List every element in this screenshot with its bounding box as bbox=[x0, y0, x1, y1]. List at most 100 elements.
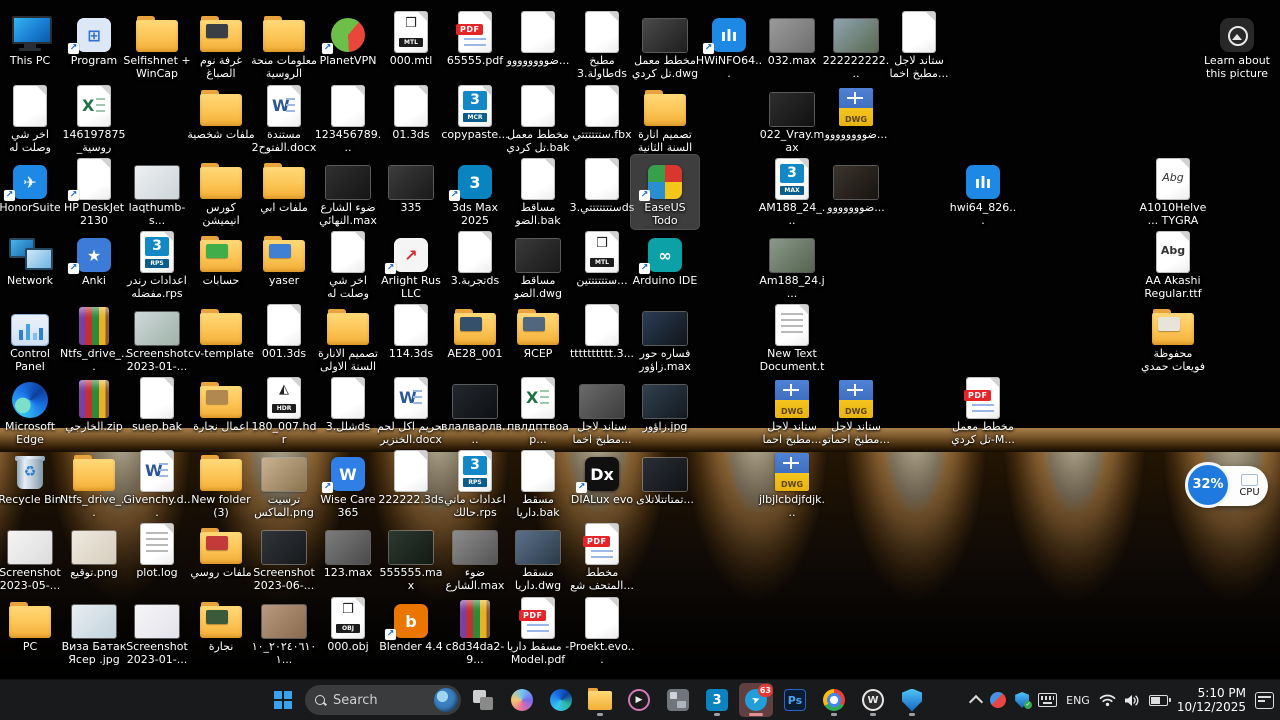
touch-keyboard-icon[interactable] bbox=[1038, 693, 1057, 707]
desktop-icon[interactable]: ❒MTL000.mtl bbox=[377, 8, 445, 68]
desktop-icon[interactable]: تصميم انارة السنة الثانية bbox=[631, 82, 699, 155]
telegram-button[interactable]: ➤63 bbox=[739, 683, 773, 717]
desktop-icon[interactable]: 123456789... bbox=[314, 82, 382, 155]
file-explorer-button[interactable] bbox=[583, 683, 617, 717]
desktop-icon[interactable]: suep.bak bbox=[123, 374, 191, 434]
desktop-icon[interactable]: New folder (3) bbox=[187, 447, 255, 520]
desktop-icon[interactable]: WGivenchy.d... bbox=[123, 447, 191, 520]
language-indicator[interactable]: ENG bbox=[1066, 694, 1090, 707]
desktop-icon[interactable]: 3RPSاعدادات رندر مفضله.rps bbox=[123, 228, 191, 301]
desktop-icon[interactable]: ❒OBJ000.obj bbox=[314, 594, 382, 654]
desktop-icon[interactable]: This PC bbox=[0, 8, 64, 68]
desktop-icon[interactable]: DWGضوووووووو... bbox=[822, 82, 890, 142]
desktop-icon[interactable]: ملفات شخصية bbox=[187, 82, 255, 142]
desktop-icon[interactable]: Wمستندة الفتوح2.docx bbox=[250, 82, 318, 155]
desktop-icon[interactable]: W↗Wise Care 365 bbox=[314, 447, 382, 520]
desktop-icon[interactable]: ترسيت الماكس.png bbox=[250, 447, 318, 520]
desktop-icon[interactable]: مخطط معمل تل كردي.bak bbox=[504, 82, 572, 155]
task-view-button[interactable] bbox=[466, 683, 500, 717]
desktop-icon[interactable]: ЯСЕР bbox=[504, 301, 572, 361]
desktop-icon[interactable]: Proekt.evo... bbox=[568, 594, 636, 667]
desktop-icon[interactable]: ↗PlanetVPN bbox=[314, 8, 382, 68]
desktop-icon[interactable]: 114.3ds bbox=[377, 301, 445, 361]
battery-icon[interactable] bbox=[1149, 695, 1168, 706]
desktop-icon[interactable]: Screenshot 2023-01-... bbox=[123, 594, 191, 667]
desktop-icon[interactable]: ستتتتتتي.fbx bbox=[568, 82, 636, 142]
windows-security-button[interactable] bbox=[895, 683, 929, 717]
desktop-icon[interactable]: cv-template bbox=[187, 301, 255, 361]
desktop-icon[interactable]: Selfishnet + WinCap (Wi... bbox=[123, 8, 191, 82]
desktop-icon[interactable]: ٢٠٢٤٠٦١٠_١٠١... bbox=[250, 594, 318, 667]
desktop-icon[interactable]: AE28_001 bbox=[441, 301, 509, 361]
desktop-icon[interactable]: مطبخ طاولة.3ds bbox=[568, 8, 636, 81]
desktop-icon[interactable]: شلل.3ds bbox=[314, 374, 382, 434]
desktop-icon[interactable]: ◭HDR180_007.hdr bbox=[250, 374, 318, 447]
desktop-icon[interactable]: c8d34da2-9... bbox=[441, 594, 509, 667]
desktop-icon[interactable]: Microsoft Edge bbox=[0, 374, 64, 447]
desktop-icon[interactable]: plot.log bbox=[123, 520, 191, 580]
desktop-icon[interactable]: PDFمخطط معمل تل كردي-M... bbox=[949, 374, 1017, 447]
desktop-icon[interactable]: ⊞↗Program bbox=[60, 8, 128, 68]
desktop-icon[interactable]: ستتتتتتتي.3ds bbox=[568, 155, 636, 215]
desktop-icon[interactable]: ↗EaseUS Todo Backup Home bbox=[631, 155, 699, 229]
tray-app-icon[interactable] bbox=[990, 692, 1006, 708]
desktop-icon[interactable]: تجربة.3ds bbox=[441, 228, 509, 288]
chrome-button[interactable] bbox=[817, 683, 851, 717]
desktop-icon[interactable]: ılıhwi64_826... bbox=[949, 155, 1017, 228]
desktop-icon[interactable]: DWGستاند لاجل مطبخ احما... bbox=[758, 374, 826, 447]
desktop-icon[interactable]: اخر شي وصلت له ضوووووو... bbox=[0, 82, 64, 156]
desktop-icon[interactable]: DWGjlbjlcbdjfdjk... bbox=[758, 447, 826, 520]
desktop-icon[interactable]: tttttttttt.3... bbox=[568, 301, 636, 361]
desktop-icon[interactable]: 335 bbox=[377, 155, 445, 215]
desktop-icon[interactable]: 3↗3ds Max 2025 bbox=[441, 155, 509, 228]
desktop-icon[interactable]: مسقط داريا.bak bbox=[504, 447, 572, 520]
desktop-icon[interactable]: ملفات ابي bbox=[250, 155, 318, 215]
desktop-icon[interactable]: ستاند لاجل مطبخ اخما... bbox=[568, 374, 636, 447]
desktop-icon[interactable]: Control Panel bbox=[0, 301, 64, 374]
desktop-icon[interactable]: b↗Blender 4.4 bbox=[377, 594, 445, 654]
desktop-icon[interactable]: ↗↗Arlight Rus LLC bbox=[377, 228, 445, 301]
desktop-icon[interactable]: ∞↗Arduino IDE bbox=[631, 228, 699, 288]
desktop-icon[interactable]: ستاند لاجل مطبخ اخما... bbox=[885, 8, 953, 81]
desktop-icon[interactable]: ★↗Anki bbox=[60, 228, 128, 288]
notification-center-icon[interactable] bbox=[1255, 692, 1274, 709]
desktop-icon[interactable]: PDFمسقط داريا - Model.pdf bbox=[504, 594, 572, 667]
desktop-icon[interactable]: PC bbox=[0, 594, 64, 654]
desktop-icon[interactable]: ♻Recycle Bin bbox=[0, 447, 64, 507]
desktop-icon[interactable]: Dx↗DIALux evo bbox=[568, 447, 636, 507]
desktop-icon[interactable]: ↗HP DeskJet 2130 series... bbox=[60, 155, 128, 229]
desktop-icon[interactable]: محفوظة فويعات حمدي bbox=[1139, 301, 1207, 374]
cpu-widget[interactable]: 32% CPU bbox=[1188, 466, 1268, 506]
desktop-icon[interactable]: غرفة نوم الصباغ bbox=[187, 8, 255, 81]
desktop-icon[interactable]: PDF65555.pdf bbox=[441, 8, 509, 68]
wifi-icon[interactable] bbox=[1099, 693, 1116, 707]
desktop-icon[interactable]: توقيع.png bbox=[60, 520, 128, 580]
media-player-button[interactable]: ▶ bbox=[622, 683, 656, 717]
desktop-icon[interactable]: 3MCRcopypaste... bbox=[441, 82, 509, 142]
desktop-icon[interactable]: PDFمخطط المتحف شع... bbox=[568, 520, 636, 593]
desktop-icon[interactable]: Screenshot 2023-01-... bbox=[123, 301, 191, 374]
desktop-icon[interactable]: ضووووووو... bbox=[822, 155, 890, 215]
desktop-icon[interactable]: 222222222... bbox=[822, 8, 890, 81]
desktop-icon[interactable]: 555555.max bbox=[377, 520, 445, 593]
desktop-icon[interactable]: ılı↗HWiNFO64... bbox=[695, 8, 763, 81]
desktop-icon[interactable]: 222222.3ds bbox=[377, 447, 445, 507]
start-button[interactable] bbox=[266, 683, 300, 717]
desktop-icon[interactable]: مساقط الضو.dwg bbox=[504, 228, 572, 301]
desktop-icon[interactable]: DWGستاند لاجل مطبخ احماتو... bbox=[822, 374, 890, 447]
desktop-icon[interactable]: Learn about this picture bbox=[1203, 8, 1271, 81]
desktop-icon[interactable]: Network bbox=[0, 228, 64, 288]
desktop-icon[interactable]: 01.3ds bbox=[377, 82, 445, 142]
desktop-icon[interactable]: ضوووووووو... bbox=[504, 8, 572, 68]
desktop-icon[interactable]: تمتاتتلاتلاى... bbox=[631, 447, 699, 507]
edge-button[interactable] bbox=[544, 683, 578, 717]
desktop-icon[interactable]: X146197875_روسية ابي.xlsx bbox=[60, 82, 128, 156]
copilot-button[interactable] bbox=[505, 683, 539, 717]
desktop-icon[interactable]: اخر شي وصلت له ضوووووو... bbox=[314, 228, 382, 302]
desktop-icon[interactable]: كورس انيميشن bbox=[187, 155, 255, 228]
desktop-icon[interactable]: اعمال نجارة bbox=[187, 374, 255, 434]
desktop-icon[interactable]: AbgAA Akashi Regular.ttf bbox=[1139, 228, 1207, 301]
desktop-icon[interactable]: Ntfs_drive_... bbox=[60, 301, 128, 374]
desktop-icon[interactable]: ملفات روسي bbox=[187, 520, 255, 580]
desktop-icon[interactable]: مخطط معمل تل كردي.dwg bbox=[631, 8, 699, 81]
